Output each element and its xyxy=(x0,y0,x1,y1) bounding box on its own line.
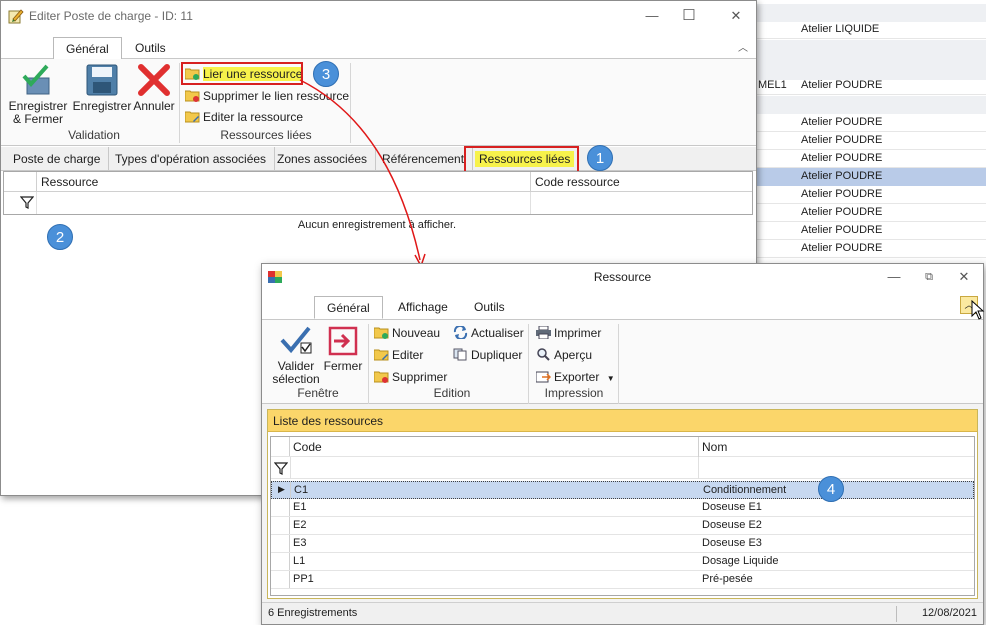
window2-ribbon-body: Valider sélection Fermer Fenêtre Nouveau… xyxy=(262,320,983,404)
current-row-arrow-icon: ▶ xyxy=(278,484,285,494)
cell-name: Conditionnement xyxy=(703,484,787,496)
cell-name: Pré-pesée xyxy=(702,573,753,585)
folder-add-icon xyxy=(374,327,389,339)
dropdown-arrow-icon[interactable]: ▼ xyxy=(607,374,615,383)
cell-name: Doseuse E1 xyxy=(702,501,762,513)
restore-button[interactable]: ⧉ xyxy=(917,267,941,287)
grid-header: Code Nom xyxy=(271,437,974,457)
printer-icon xyxy=(536,326,551,339)
validate-check-icon xyxy=(280,326,312,354)
filter-divider xyxy=(290,457,291,479)
folder-edit-icon xyxy=(374,349,389,361)
window2-titlebar[interactable]: Ressource — ⧉ ✕ xyxy=(262,264,983,290)
tab-affichage[interactable]: Affichage xyxy=(386,296,460,319)
row-indicator-header xyxy=(271,437,290,456)
duplicate-label: Dupliquer xyxy=(471,348,523,362)
exit-door-icon xyxy=(328,326,358,356)
export-button[interactable]: Exporter ▼ xyxy=(534,368,615,386)
table-row[interactable]: L1 Dosage Liquide xyxy=(271,553,974,571)
record-count: 6 Enregistrements xyxy=(268,607,358,619)
new-label: Nouveau xyxy=(392,326,441,340)
table-row-selected[interactable]: ▶ C1 Conditionnement xyxy=(271,481,974,499)
tab-general[interactable]: Général xyxy=(314,296,383,319)
window2-title: Ressource xyxy=(593,270,652,284)
refresh-label: Actualiser xyxy=(471,326,524,340)
column-header-name[interactable]: Nom xyxy=(702,440,727,454)
cell-code: PP1 xyxy=(293,573,314,585)
table-row[interactable]: E1 Doseuse E1 xyxy=(271,499,974,517)
resource-window: Ressource — ⧉ ✕ Général Affichage Outils… xyxy=(261,263,985,625)
preview-label: Aperçu xyxy=(554,348,593,362)
delete-label: Supprimer xyxy=(392,370,448,384)
arrow-line xyxy=(299,79,421,261)
group-label-fenetre: Fenêtre xyxy=(297,386,339,400)
edit-label: Editer xyxy=(392,348,424,362)
resources-list-panel: Liste des ressources Code Nom ▶ C1 Condi… xyxy=(267,409,978,599)
mouse-cursor-icon xyxy=(971,300,985,320)
row-indicator xyxy=(271,535,290,552)
row-indicator xyxy=(271,571,290,588)
row-indicator xyxy=(271,499,290,516)
status-date: 12/08/2021 xyxy=(921,607,977,619)
tab-outils[interactable]: Outils xyxy=(462,296,517,319)
refresh-button[interactable]: Actualiser xyxy=(451,324,524,342)
window2-ribbon-tabs: Général Affichage Outils ︿ xyxy=(262,290,985,320)
close-window-label: Fermer xyxy=(323,359,363,373)
row-indicator xyxy=(271,553,290,570)
print-label: Imprimer xyxy=(554,326,602,340)
validate-selection-button[interactable]: Valider sélection xyxy=(270,326,322,386)
list-panel-header: Liste des ressources xyxy=(268,410,977,432)
refresh-icon xyxy=(453,326,468,339)
close-button[interactable]: ✕ xyxy=(952,267,976,287)
cell-name: Doseuse E3 xyxy=(702,537,762,549)
delete-button[interactable]: Supprimer xyxy=(372,368,447,386)
cell-code: E1 xyxy=(293,501,307,513)
callout-4: 4 xyxy=(818,476,844,502)
cell-code: C1 xyxy=(294,484,309,496)
preview-button[interactable]: Aperçu xyxy=(534,346,592,364)
magnifier-icon xyxy=(537,348,550,361)
cell-name: Dosage Liquide xyxy=(702,555,779,567)
minimize-button[interactable]: — xyxy=(882,267,906,287)
group-label-impression: Impression xyxy=(544,386,604,400)
new-button[interactable]: Nouveau xyxy=(372,324,440,342)
ribbon-separator xyxy=(528,324,529,404)
duplicate-button[interactable]: Dupliquer xyxy=(451,346,522,364)
table-row[interactable]: E2 Doseuse E2 xyxy=(271,517,974,535)
group-label-edition: Edition xyxy=(433,386,471,400)
filter-row[interactable] xyxy=(271,457,974,479)
edit-button[interactable]: Editer xyxy=(372,346,423,364)
ribbon-separator xyxy=(368,324,369,404)
filter-icon[interactable] xyxy=(274,462,288,475)
list-panel-title: Liste des ressources xyxy=(273,414,384,428)
ribbon-separator xyxy=(618,324,619,404)
export-label: Exporter xyxy=(554,370,600,384)
validate-selection-label: Valider sélection xyxy=(272,359,320,386)
cell-code: E2 xyxy=(293,519,307,531)
column-header-code[interactable]: Code xyxy=(293,440,322,454)
print-button[interactable]: Imprimer xyxy=(534,324,601,342)
status-bar: 6 Enregistrements 12/08/2021 xyxy=(262,602,983,624)
cell-code: L1 xyxy=(293,555,306,567)
cell-name: Doseuse E2 xyxy=(702,519,762,531)
export-icon xyxy=(536,371,551,383)
close-window-button[interactable]: Fermer xyxy=(322,326,364,373)
table-row[interactable]: E3 Doseuse E3 xyxy=(271,535,974,553)
filter-divider xyxy=(698,457,699,479)
cell-code: E3 xyxy=(293,537,307,549)
status-divider xyxy=(896,606,897,622)
duplicate-icon xyxy=(453,348,467,361)
row-indicator: ▶ xyxy=(272,482,291,498)
row-indicator xyxy=(271,517,290,534)
folder-delete-icon xyxy=(374,371,389,383)
table-row[interactable]: PP1 Pré-pesée xyxy=(271,571,974,589)
resources-grid: Code Nom ▶ C1 Conditionnement E1 Doseuse… xyxy=(270,436,975,596)
column-divider xyxy=(698,437,699,457)
